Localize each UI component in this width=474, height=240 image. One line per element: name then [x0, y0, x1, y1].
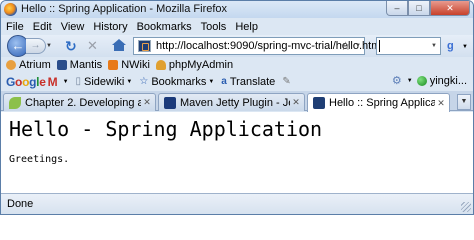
bookmark-nwiki[interactable]: NWiki: [108, 59, 150, 71]
tab-close-icon[interactable]: ✕: [141, 97, 153, 108]
menu-help[interactable]: Help: [235, 21, 258, 33]
firefox-icon: [4, 3, 17, 16]
search-dropdown-icon[interactable]: ▼: [431, 43, 437, 49]
google-toolbar: Google M ▼ ▯ Sidewiki ▼ ☆ Bookmarks ▼ a …: [1, 72, 473, 91]
title-bar: Hello :: Spring Application - Mozilla Fi…: [1, 1, 473, 18]
page-heading: Hello - Spring Application: [9, 117, 323, 141]
bookmarks-toolbar: Atrium Mantis NWiki phpMyAdmin: [1, 57, 473, 72]
tab-label: Hello :: Spring Application: [329, 97, 435, 109]
bookmark-label: Atrium: [19, 58, 51, 71]
maximize-button[interactable]: □: [408, 1, 430, 16]
translate-label: Translate: [229, 75, 276, 88]
tab-label: Maven Jetty Plugin - Jetty - C...: [180, 96, 290, 109]
reload-button[interactable]: ↻: [65, 38, 77, 54]
bookmark-star-icon[interactable]: ☆: [340, 39, 351, 53]
online-status-icon: [416, 75, 427, 86]
dropdown-icon: ▼: [208, 78, 215, 85]
home-button[interactable]: [112, 39, 126, 51]
status-bar: Done: [1, 193, 473, 214]
url-bar[interactable]: http://localhost:9090/spring-mvc-trial/h…: [133, 37, 380, 55]
bookmark-mantis[interactable]: Mantis: [56, 58, 103, 71]
sidewiki-icon: ▯: [75, 76, 82, 87]
tab-close-icon[interactable]: ✕: [290, 97, 302, 108]
menu-history[interactable]: History: [93, 21, 127, 33]
resize-grip-icon[interactable]: [461, 202, 471, 212]
menu-tools[interactable]: Tools: [201, 21, 227, 33]
google-logo[interactable]: Google: [6, 75, 46, 89]
translate-icon: a: [221, 76, 227, 87]
translate-button[interactable]: a Translate: [221, 76, 275, 88]
search-engine-icon[interactable]: g: [447, 39, 461, 53]
dropdown-icon: ▼: [126, 78, 133, 85]
browser-window: Hello :: Spring Application - Mozilla Fi…: [0, 0, 474, 215]
star-icon: ☆: [139, 76, 149, 87]
minimize-button[interactable]: –: [386, 1, 408, 16]
home-icon-base: [114, 45, 124, 51]
url-dropdown-icon[interactable]: ▼: [355, 43, 361, 49]
bookmark-atrium[interactable]: Atrium: [6, 59, 51, 71]
menu-view[interactable]: View: [61, 21, 85, 33]
bookmarks-label: Bookmarks: [151, 75, 207, 88]
bookmark-label: Mantis: [69, 58, 103, 71]
mantis-icon: [56, 59, 67, 70]
status-text: Done: [7, 198, 34, 210]
pencil-icon: ✎: [282, 76, 291, 87]
tab-label: Chapter 2. Developing and C...: [25, 96, 141, 109]
tab-hello-spring[interactable]: Hello :: Spring Application ✕: [307, 93, 450, 112]
page-text: Greetings.: [9, 154, 70, 165]
account-name[interactable]: yingki...: [430, 75, 467, 87]
close-button[interactable]: ✕: [430, 1, 470, 16]
menu-bar: File Edit View History Bookmarks Tools H…: [1, 18, 473, 35]
page-favicon-icon: [138, 40, 151, 52]
toolbar-right: ⚙ ▼ yingki...: [392, 74, 467, 88]
navigation-toolbar: ← → ▼ ↻ ✕ http://localhost:9090/spring-m…: [1, 35, 473, 57]
window-title: Hello :: Spring Application - Mozilla Fi…: [21, 3, 228, 15]
dropdown-icon: ▼: [62, 78, 69, 85]
search-input[interactable]: ▼: [376, 37, 441, 55]
bookmark-label: NWiki: [121, 58, 150, 71]
menu-file[interactable]: File: [6, 21, 24, 33]
tab-list-button[interactable]: ▼: [457, 94, 471, 110]
gmail-button[interactable]: M ▼: [48, 75, 69, 89]
menu-edit[interactable]: Edit: [33, 21, 52, 33]
tab-chapter-2[interactable]: Chapter 2. Developing and C... ✕: [3, 93, 156, 111]
tab-close-icon[interactable]: ✕: [435, 98, 447, 109]
tab-strip: Chapter 2. Developing and C... ✕ Maven J…: [1, 91, 473, 112]
atrium-icon: [6, 59, 16, 70]
spring-page-icon: [313, 97, 325, 109]
stop-button[interactable]: ✕: [87, 38, 98, 54]
autofill-button[interactable]: ✎: [282, 76, 293, 87]
sidewiki-button[interactable]: ▯ Sidewiki ▼: [76, 76, 133, 88]
dropdown-icon[interactable]: ▼: [407, 78, 413, 84]
phpmyadmin-icon: [155, 59, 166, 70]
wrench-icon[interactable]: ⚙: [392, 74, 402, 87]
page-content: Hello - Spring Application Greetings.: [1, 112, 473, 195]
menu-bookmarks[interactable]: Bookmarks: [137, 21, 192, 33]
search-engine-dropdown-icon[interactable]: ▼: [462, 44, 468, 50]
forward-button[interactable]: →: [26, 38, 46, 54]
leaf-icon: [9, 96, 21, 109]
tab-maven-jetty[interactable]: Maven Jetty Plugin - Jetty - C... ✕: [158, 93, 305, 111]
jetty-icon: [164, 96, 176, 109]
text-cursor: [379, 40, 380, 52]
bookmark-label: phpMyAdmin: [168, 58, 234, 71]
bookmark-phpmyadmin[interactable]: phpMyAdmin: [155, 58, 234, 71]
sidewiki-label: Sidewiki: [84, 75, 125, 88]
search-engine-label: g: [447, 40, 454, 52]
nwiki-icon: [108, 59, 119, 70]
window-controls: – □ ✕: [386, 1, 470, 17]
gmail-icon: M: [47, 74, 58, 89]
history-dropdown-icon[interactable]: ▼: [46, 43, 52, 49]
bookmarks-button[interactable]: ☆ Bookmarks ▼: [139, 76, 214, 88]
